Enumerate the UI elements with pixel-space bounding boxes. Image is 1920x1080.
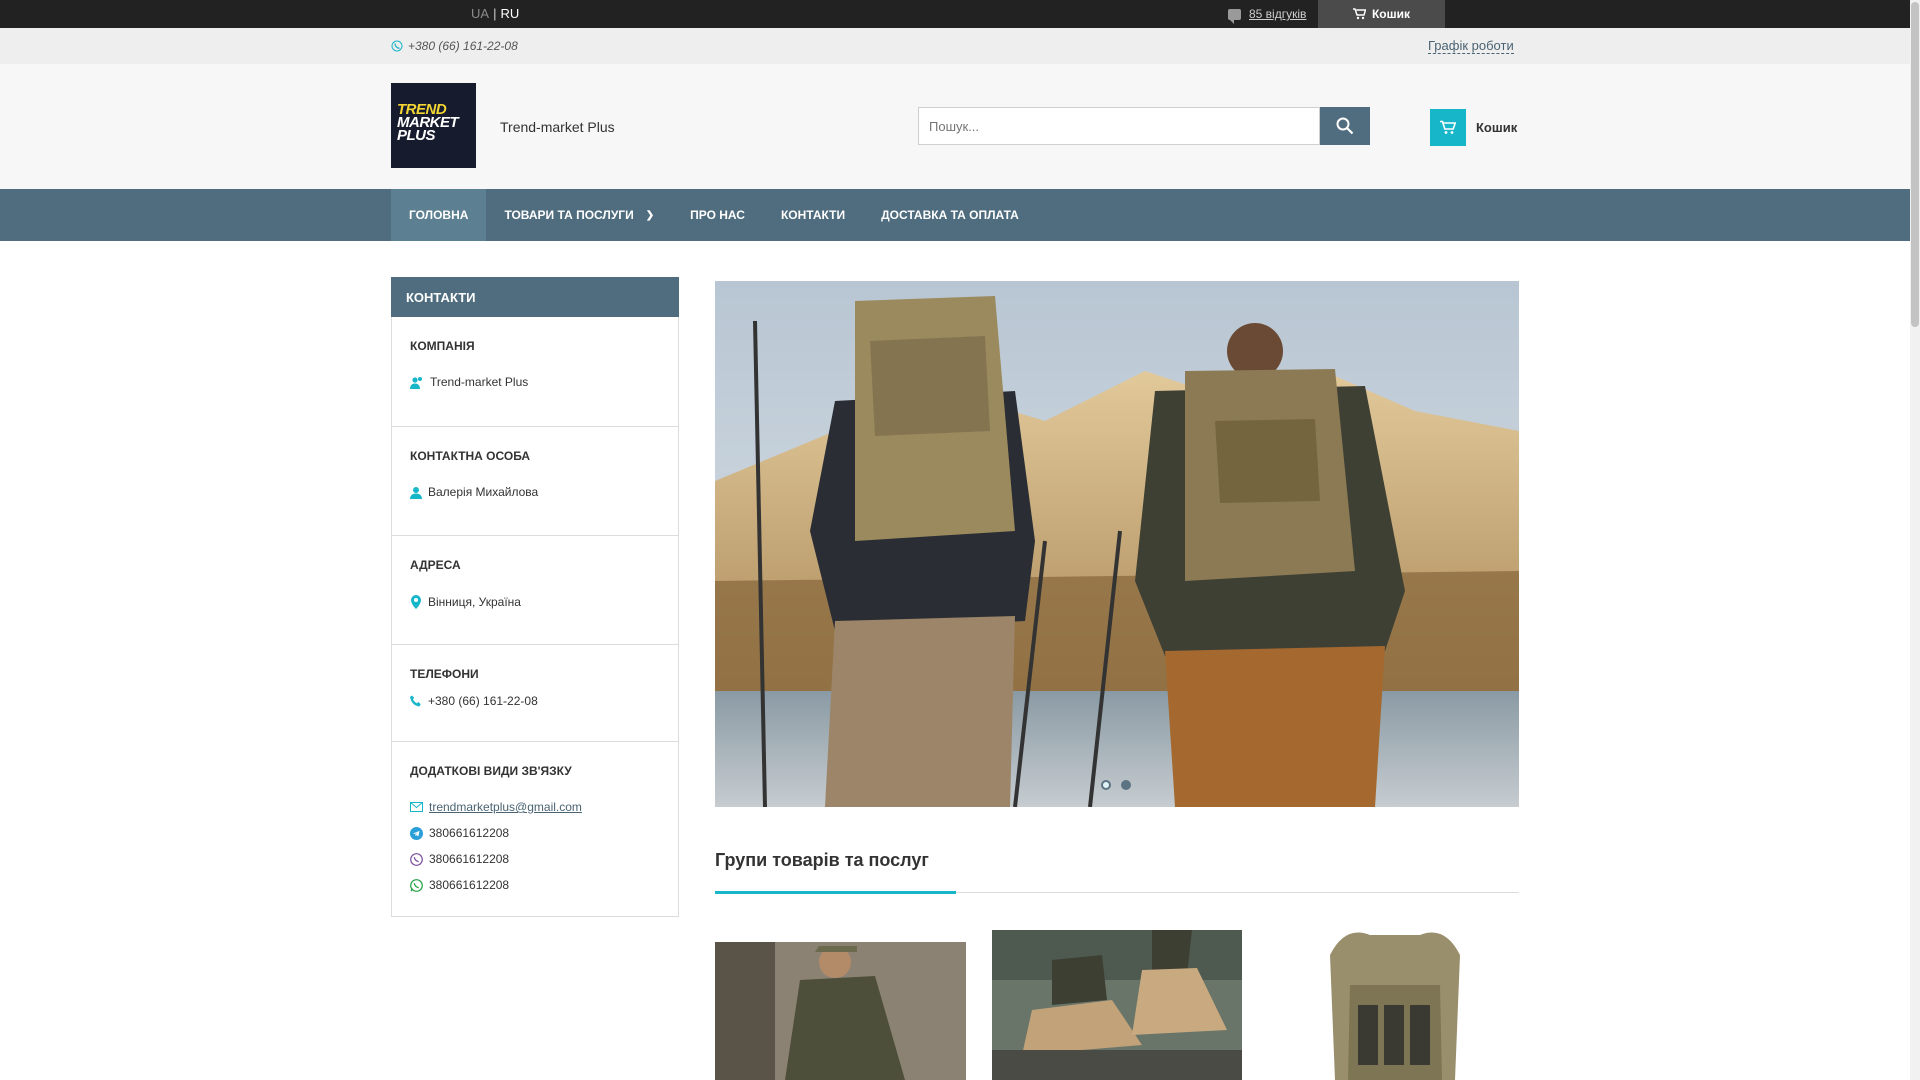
header-phone-number: +380 (66) 161-22-08 (408, 39, 518, 53)
product-group-thumb-boots[interactable] (992, 930, 1242, 1080)
slider-dot-2[interactable] (1121, 780, 1131, 790)
header-cart-label: Кошик (1476, 120, 1518, 135)
chevron-down-icon: ❯ (645, 209, 655, 221)
nav-item-delivery[interactable]: ДОСТАВКА ТА ОПЛАТА (863, 189, 1037, 241)
address-text: Вінниця, Україна (428, 595, 521, 609)
reviews-link[interactable]: 85 відгуків (1228, 7, 1307, 24)
phones-title: ТЕЛЕФОНИ (410, 667, 479, 681)
nav-item-label: ДОСТАВКА ТА ОПЛАТА (881, 208, 1019, 222)
main-nav: ГОЛОВНА ТОВАРИ ТА ПОСЛУГИ ❯ ПРО НАС КОНТА… (0, 189, 1910, 241)
company-row: Trend-market Plus (410, 375, 660, 389)
contact-person-row: Валерія Михайлова (410, 485, 660, 499)
header-cart[interactable]: Кошик (1430, 109, 1517, 146)
location-pin-icon (411, 595, 421, 609)
work-schedule-link[interactable]: Графік роботи (1428, 39, 1514, 54)
viber-icon (410, 852, 423, 866)
person-icon (410, 486, 422, 499)
nav-item-contacts[interactable]: КОНТАКТИ (763, 189, 863, 241)
boots-photo (992, 930, 1242, 1080)
viber-number: 380661612208 (429, 852, 510, 866)
extra-contacts-section: ДОДАТКОВІ ВИДИ ЗВ'ЯЗКУ trendmarketplus@g… (392, 742, 678, 916)
section-divider-accent (715, 891, 956, 894)
viber-row[interactable]: 380661612208 (410, 852, 660, 866)
header-phone[interactable]: +380 (66) 161-22-08 (391, 39, 518, 53)
info-bar: +380 (66) 161-22-08 Графік роботи (0, 28, 1910, 64)
lang-ua-link[interactable]: UA (471, 6, 489, 21)
nav-item-home[interactable]: ГОЛОВНА (391, 189, 487, 241)
comment-icon (1228, 8, 1241, 24)
whatsapp-row[interactable]: 380661612208 (410, 878, 660, 892)
telegram-row[interactable]: 380661612208 (410, 826, 660, 840)
phones-section: ТЕЛЕФОНИ +380 (66) 161-22-08 (392, 645, 678, 742)
phone-row[interactable]: +380 (66) 161-22-08 (410, 694, 660, 708)
lang-separator: | (493, 6, 497, 21)
nav-item-label: КОНТАКТИ (780, 208, 846, 222)
email-row[interactable]: trendmarketplus@gmail.com (410, 800, 660, 814)
email-icon (410, 802, 423, 812)
email-link[interactable]: trendmarketplus@gmail.com (429, 800, 582, 814)
soldier-photo (715, 942, 966, 1080)
hero-banner-image[interactable] (715, 281, 1519, 807)
lang-ru-current: RU (500, 6, 520, 21)
contact-person-section: КОНТАКТНА ОСОБА Валерія Михайлова (392, 427, 678, 536)
site-logo[interactable]: TREND MARKET PLUS (391, 83, 476, 168)
contact-person-name: Валерія Михайлова (428, 485, 539, 499)
product-group-thumb-vests[interactable] (1270, 925, 1519, 1080)
page-scrollbar[interactable] (1910, 0, 1920, 1080)
contact-person-title: КОНТАКТНА ОСОБА (410, 449, 531, 463)
phone-icon (410, 695, 421, 707)
hikers-photo (715, 281, 1519, 807)
search-input[interactable] (918, 107, 1320, 145)
company-title: КОМПАНІЯ (410, 339, 475, 353)
top-cart-button[interactable]: Кошик (1318, 0, 1445, 28)
sidebar-body: КОМПАНІЯ Trend-market Plus КОНТАКТНА ОСО… (391, 317, 679, 917)
phone-icon (391, 40, 403, 52)
slider-dot-1[interactable] (1101, 780, 1111, 790)
nav-item-label: ГОЛОВНА (409, 208, 469, 222)
cart-icon (1352, 8, 1366, 20)
sidebar-heading: КОНТАКТИ (391, 277, 679, 317)
company-section: КОМПАНІЯ Trend-market Plus (392, 317, 678, 427)
whatsapp-icon (410, 878, 423, 892)
contacts-sidebar: КОНТАКТИ КОМПАНІЯ Trend-market Plus КОНТ… (391, 277, 679, 917)
scrollbar-thumb[interactable] (1911, 2, 1919, 327)
slider-dots (1101, 780, 1131, 790)
language-switcher: UA | RU (471, 6, 519, 21)
nav-item-label: ПРО НАС (690, 208, 745, 222)
plate-carrier-photo (1270, 925, 1519, 1080)
product-group-thumb-clothing[interactable] (715, 942, 966, 1080)
search-form (918, 107, 1370, 145)
nav-item-label: ТОВАРИ ТА ПОСЛУГИ (504, 208, 634, 222)
nav-item-about[interactable]: ПРО НАС (672, 189, 763, 241)
logo-line3: PLUS (397, 127, 436, 144)
site-header: TREND MARKET PLUS Trend-market Plus Коши… (0, 64, 1910, 189)
cart-icon (1430, 109, 1466, 146)
phone-number: +380 (66) 161-22-08 (428, 694, 538, 708)
search-button[interactable] (1320, 107, 1370, 145)
telegram-icon (410, 826, 423, 840)
company-name: Trend-market Plus (430, 375, 529, 389)
top-bar: UA | RU 85 відгуків Кошик (0, 0, 1910, 28)
company-icon (410, 376, 422, 389)
address-title: АДРЕСА (410, 558, 461, 572)
site-name: Trend-market Plus (500, 119, 615, 135)
whatsapp-number: 380661612208 (429, 878, 510, 892)
telegram-number: 380661612208 (429, 826, 510, 840)
address-row: Вінниця, Україна (410, 595, 660, 609)
address-section: АДРЕСА Вінниця, Україна (392, 536, 678, 645)
extra-contacts-title: ДОДАТКОВІ ВИДИ ЗВ'ЯЗКУ (410, 764, 572, 778)
product-groups-title: Групи товарів та послуг (715, 850, 929, 870)
reviews-label: 85 відгуків (1249, 7, 1307, 21)
top-cart-label: Кошик (1371, 7, 1411, 21)
search-icon (1336, 117, 1354, 135)
nav-item-products[interactable]: ТОВАРИ ТА ПОСЛУГИ ❯ (486, 189, 672, 241)
